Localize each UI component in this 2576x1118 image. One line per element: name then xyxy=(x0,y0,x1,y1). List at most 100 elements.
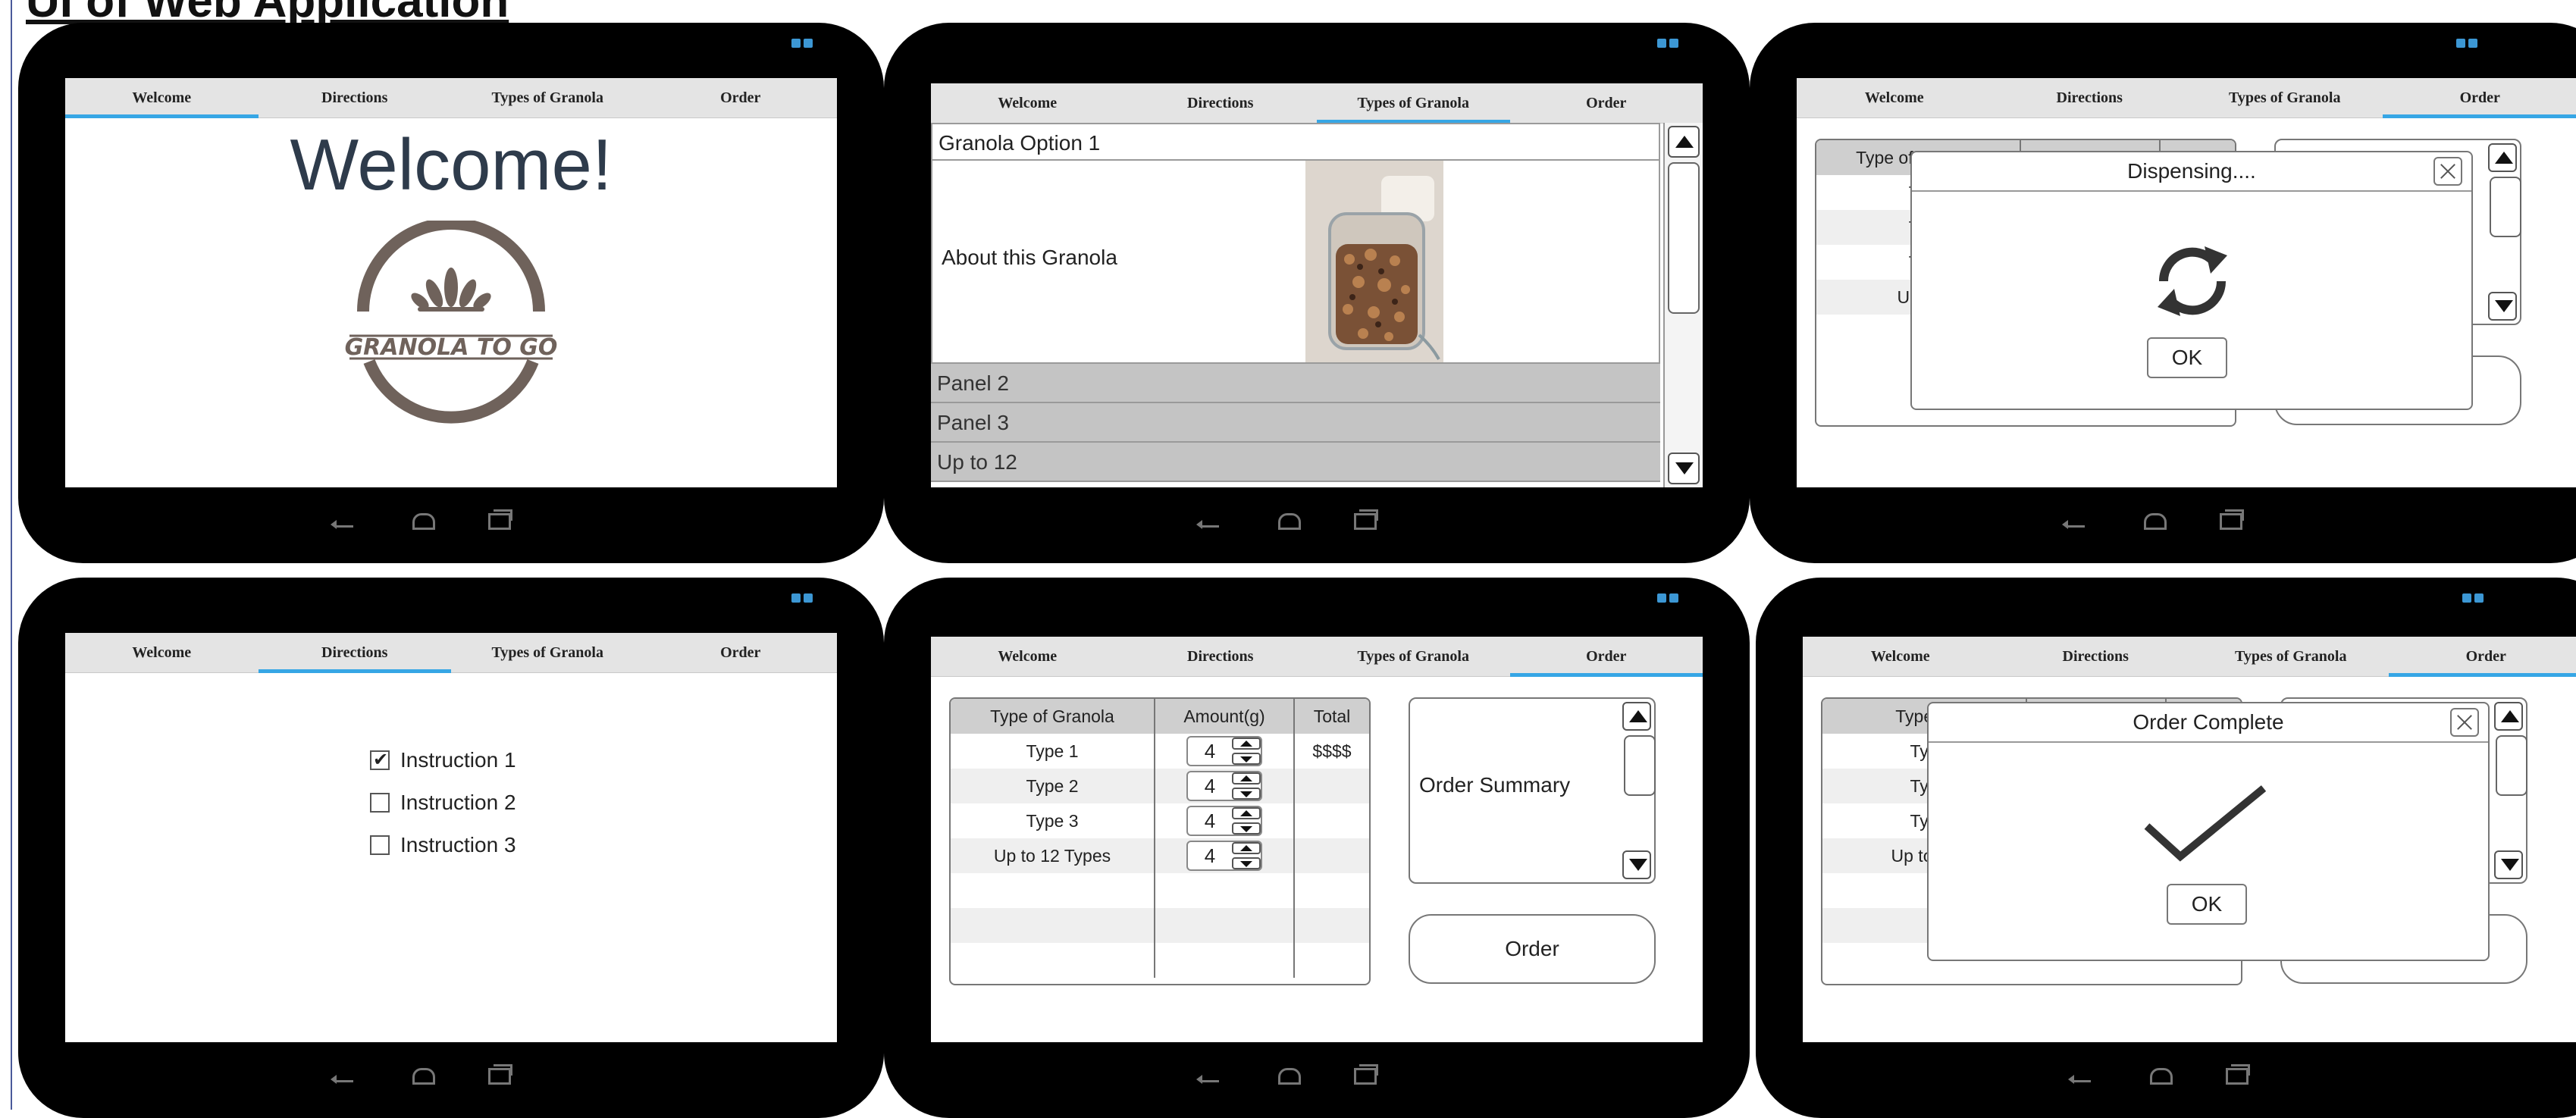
recent-apps-icon[interactable] xyxy=(488,513,511,530)
amount-stepper[interactable]: 4 xyxy=(1186,736,1262,766)
accordion-panel-2[interactable]: Panel 2 xyxy=(931,364,1660,403)
row-type: Type 3 xyxy=(951,803,1155,838)
tab-welcome[interactable]: Welcome xyxy=(1803,637,1998,676)
order-table: Type of Granola Amount(g) Total Type 1 4… xyxy=(949,697,1371,985)
scroll-down-button[interactable] xyxy=(1668,453,1700,484)
back-icon[interactable] xyxy=(1201,513,1219,528)
summary-scrollbar[interactable] xyxy=(2487,140,2520,324)
amount-value[interactable]: 4 xyxy=(1188,810,1232,833)
scroll-thumb[interactable] xyxy=(2496,735,2527,796)
back-icon[interactable] xyxy=(2067,513,2085,528)
increment-icon[interactable] xyxy=(1232,772,1261,784)
tab-order[interactable]: Order xyxy=(1510,83,1703,123)
scroll-up-button[interactable] xyxy=(1622,702,1651,731)
amount-value[interactable]: 4 xyxy=(1188,740,1232,763)
instruction-checkbox[interactable] xyxy=(370,793,390,813)
home-icon[interactable] xyxy=(2144,513,2167,530)
increment-icon[interactable] xyxy=(1232,807,1261,819)
instruction-checkbox[interactable] xyxy=(370,835,390,855)
tab-welcome[interactable]: Welcome xyxy=(931,637,1124,676)
recent-apps-icon[interactable] xyxy=(488,1068,511,1085)
ok-button[interactable]: OK xyxy=(2147,337,2227,378)
accordion-header-option-1[interactable]: Granola Option 1 xyxy=(931,123,1660,161)
instruction-item[interactable]: Instruction 2 xyxy=(370,781,516,824)
tab-order[interactable]: Order xyxy=(2389,637,2576,676)
amount-stepper[interactable]: 4 xyxy=(1186,806,1262,836)
tab-directions[interactable]: Directions xyxy=(1124,637,1318,676)
instruction-item[interactable]: Instruction 3 xyxy=(370,824,516,866)
table-row-empty xyxy=(951,943,1369,978)
tab-welcome[interactable]: Welcome xyxy=(65,78,259,117)
screen-directions: Welcome Directions Types of Granola Orde… xyxy=(65,633,837,1042)
decrement-icon[interactable] xyxy=(1232,857,1261,869)
order-button[interactable]: Order xyxy=(1409,914,1656,984)
tab-directions[interactable]: Directions xyxy=(1124,83,1318,123)
instruction-item[interactable]: Instruction 1 xyxy=(370,739,516,781)
tab-types-of-granola[interactable]: Types of Granola xyxy=(2187,78,2383,117)
scroll-thumb[interactable] xyxy=(1624,735,1656,796)
recent-apps-icon[interactable] xyxy=(2226,1068,2249,1085)
instruction-checkbox-checked[interactable] xyxy=(370,750,390,770)
tab-directions[interactable]: Directions xyxy=(259,633,452,672)
increment-icon[interactable] xyxy=(1232,842,1261,854)
tab-types-of-granola[interactable]: Types of Granola xyxy=(1317,83,1510,123)
amount-stepper[interactable]: 4 xyxy=(1186,771,1262,801)
back-icon[interactable] xyxy=(335,1068,353,1082)
tab-types-of-granola[interactable]: Types of Granola xyxy=(2193,637,2389,676)
ok-button[interactable]: OK xyxy=(2167,884,2247,925)
tab-welcome[interactable]: Welcome xyxy=(931,83,1124,123)
close-icon[interactable] xyxy=(2450,708,2479,737)
recent-apps-icon[interactable] xyxy=(1354,513,1377,530)
tab-types-of-granola[interactable]: Types of Granola xyxy=(1317,637,1510,676)
back-icon[interactable] xyxy=(2073,1068,2091,1082)
summary-scrollbar[interactable] xyxy=(2493,699,2526,882)
home-icon[interactable] xyxy=(1278,1068,1301,1085)
tab-order[interactable]: Order xyxy=(2383,78,2576,117)
scroll-down-button[interactable] xyxy=(2488,292,2517,321)
tab-types-of-granola[interactable]: Types of Granola xyxy=(451,633,644,672)
tab-types-of-granola[interactable]: Types of Granola xyxy=(451,78,644,117)
scroll-down-button[interactable] xyxy=(1622,850,1651,879)
amount-value[interactable]: 4 xyxy=(1188,775,1232,798)
home-icon[interactable] xyxy=(412,513,435,530)
recent-apps-icon[interactable] xyxy=(1354,1068,1377,1085)
tab-directions[interactable]: Directions xyxy=(1998,637,2194,676)
tab-order[interactable]: Order xyxy=(1510,637,1703,676)
amount-value[interactable]: 4 xyxy=(1188,844,1232,868)
home-icon[interactable] xyxy=(1278,513,1301,530)
back-icon[interactable] xyxy=(1201,1068,1219,1082)
tab-bar: Welcome Directions Types of Granola Orde… xyxy=(1803,637,2576,677)
tab-welcome[interactable]: Welcome xyxy=(65,633,259,672)
close-icon[interactable] xyxy=(2433,157,2462,186)
screen-welcome: Welcome Directions Types of Granola Orde… xyxy=(65,78,837,487)
decrement-icon[interactable] xyxy=(1232,788,1261,800)
tab-order[interactable]: Order xyxy=(644,633,838,672)
scroll-down-button[interactable] xyxy=(2494,850,2523,879)
amount-stepper[interactable]: 4 xyxy=(1186,841,1262,871)
recent-apps-icon[interactable] xyxy=(2220,513,2242,530)
table-row: Up to 12 Types 4 xyxy=(951,838,1369,873)
accordion-panel-3[interactable]: Panel 3 xyxy=(931,403,1660,443)
increment-icon[interactable] xyxy=(1232,738,1261,750)
tab-directions[interactable]: Directions xyxy=(1992,78,2188,117)
scroll-up-button[interactable] xyxy=(2494,702,2523,731)
instruction-label: Instruction 1 xyxy=(400,748,516,772)
summary-scrollbar[interactable] xyxy=(1621,699,1654,882)
granola-to-go-logo: GRANOLA TO GO xyxy=(333,221,569,452)
scroll-thumb[interactable] xyxy=(1668,162,1700,314)
home-icon[interactable] xyxy=(412,1068,435,1085)
tab-order[interactable]: Order xyxy=(644,78,838,117)
tab-welcome[interactable]: Welcome xyxy=(1797,78,1992,117)
scroll-up-button[interactable] xyxy=(2488,143,2517,172)
tab-directions[interactable]: Directions xyxy=(259,78,452,117)
back-icon[interactable] xyxy=(335,513,353,528)
home-icon[interactable] xyxy=(2150,1068,2173,1085)
scroll-up-button[interactable] xyxy=(1668,126,1700,158)
decrement-icon[interactable] xyxy=(1232,753,1261,765)
decrement-icon[interactable] xyxy=(1232,822,1261,835)
status-bar-icons xyxy=(791,38,837,53)
order-summary-box[interactable]: Order Summary xyxy=(1409,697,1656,884)
scroll-thumb[interactable] xyxy=(2490,177,2521,237)
accordion-scrollbar[interactable] xyxy=(1663,123,1703,487)
accordion-panel-up-to-12[interactable]: Up to 12 xyxy=(931,443,1660,482)
